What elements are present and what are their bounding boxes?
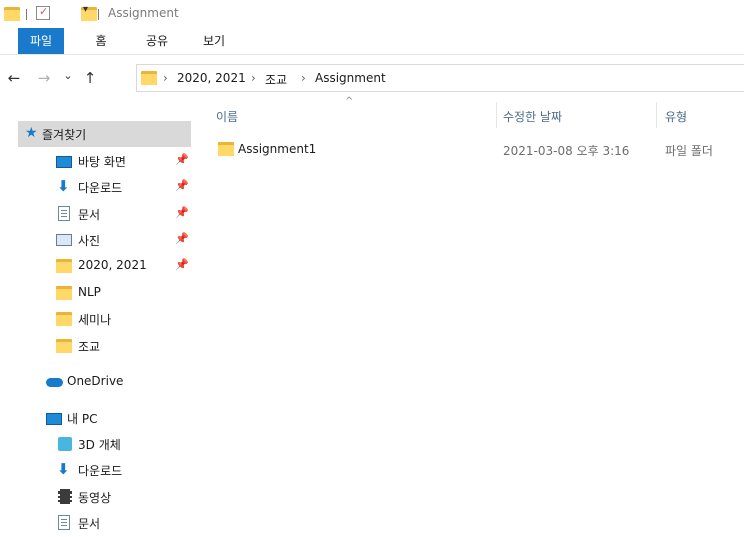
- window-title: Assignment: [108, 6, 179, 20]
- sidebar-item-videos[interactable]: 동영상: [0, 484, 196, 510]
- folder-icon: [56, 339, 72, 353]
- sidebar-item-label: 세미나: [78, 313, 112, 327]
- film-icon: [58, 489, 72, 504]
- desktop-icon: [56, 156, 72, 168]
- navigation-bar: ← → ⌄ ↑ › 2020, 2021 › 조교 › Assignment: [0, 58, 744, 96]
- download-arrow-icon: ⬇: [57, 460, 70, 478]
- address-bar[interactable]: › 2020, 2021 › 조교 › Assignment: [136, 64, 744, 92]
- folder-icon: [56, 259, 72, 273]
- sidebar-item-label: 바탕 화면: [78, 155, 126, 169]
- ribbon: 파일 홈 공유 보기: [0, 28, 744, 55]
- breadcrumb-item[interactable]: 조교: [265, 71, 287, 88]
- cloud-icon: [46, 378, 63, 387]
- file-row[interactable]: Assignment1 2021-03-08 오후 3:16 파일 폴더: [206, 138, 744, 162]
- properties-checkbox-icon[interactable]: ✓: [36, 5, 50, 20]
- tab-view[interactable]: 보기: [197, 28, 231, 54]
- computer-icon: [46, 413, 62, 425]
- folder-icon: [141, 71, 157, 85]
- pin-icon: 📌: [175, 179, 189, 192]
- sidebar-item-documents[interactable]: 문서 📌: [0, 201, 196, 227]
- file-name: Assignment1: [238, 142, 317, 156]
- pin-icon: 📌: [175, 232, 189, 245]
- sidebar-item-label: NLP: [78, 285, 101, 299]
- sidebar-item-3d-objects[interactable]: 3D 개체: [0, 431, 196, 457]
- sidebar-item-pc-downloads[interactable]: ⬇ 다운로드: [0, 457, 196, 483]
- sidebar-item-desktop[interactable]: 바탕 화면 📌: [0, 148, 196, 174]
- tab-home[interactable]: 홈: [88, 28, 114, 54]
- column-header-name[interactable]: 이름: [216, 108, 238, 125]
- up-button[interactable]: ↑: [80, 68, 100, 88]
- file-type: 파일 폴더: [665, 144, 713, 158]
- forward-button[interactable]: →: [34, 68, 54, 88]
- separator: [98, 9, 99, 20]
- breadcrumb-item[interactable]: Assignment: [315, 71, 386, 85]
- sidebar-item-pc-documents[interactable]: 문서: [0, 510, 196, 536]
- pin-icon: 📌: [175, 206, 189, 219]
- column-divider[interactable]: [656, 102, 657, 128]
- chevron-right-icon[interactable]: ›: [301, 71, 306, 85]
- sidebar-item-label: 다운로드: [78, 181, 123, 195]
- pin-icon: 📌: [175, 258, 189, 271]
- sidebar-item-label: 즐겨찾기: [42, 128, 87, 142]
- sidebar-item-label: 문서: [78, 517, 101, 531]
- document-icon: [58, 515, 70, 530]
- sidebar-item-label: 2020, 2021: [78, 258, 147, 272]
- sidebar-item-pictures[interactable]: 사진 📌: [0, 227, 196, 253]
- sidebar-item-ta[interactable]: 조교: [0, 333, 196, 359]
- breadcrumb-item[interactable]: 2020, 2021: [177, 71, 246, 85]
- sidebar-item-2020-2021[interactable]: 2020, 2021 📌: [0, 253, 196, 279]
- star-icon: ★: [25, 125, 38, 141]
- picture-icon: [56, 234, 72, 246]
- sidebar-item-onedrive[interactable]: OneDrive: [0, 369, 196, 395]
- file-modified-date: 2021-03-08 오후 3:16: [503, 144, 630, 158]
- tab-file[interactable]: 파일: [18, 28, 64, 54]
- sort-ascending-icon: ^: [345, 96, 354, 107]
- sidebar-item-label: 3D 개체: [78, 438, 121, 452]
- folder-icon: [218, 142, 234, 156]
- sidebar-item-label: 조교: [78, 340, 101, 354]
- column-divider[interactable]: [496, 102, 497, 128]
- pin-icon: 📌: [175, 153, 189, 166]
- folder-icon: [56, 286, 72, 300]
- separator: [26, 9, 27, 20]
- sidebar-item-label: 동영상: [78, 491, 112, 505]
- sidebar-item-label: 다운로드: [78, 464, 123, 478]
- sidebar-item-label: 사진: [78, 234, 101, 248]
- customize-toolbar-icon[interactable]: ▾: [83, 4, 88, 20]
- chevron-right-icon[interactable]: ›: [163, 71, 168, 85]
- sidebar-item-label: 내 PC: [67, 412, 98, 426]
- column-header-date[interactable]: 수정한 날짜: [503, 108, 562, 125]
- sidebar-item-this-pc[interactable]: 내 PC: [0, 405, 196, 431]
- column-header-type[interactable]: 유형: [665, 108, 687, 125]
- title-bar: ✓ ▾ Assignment: [0, 0, 744, 28]
- sidebar-item-quick-access[interactable]: ★ 즐겨찾기: [18, 121, 191, 147]
- folder-icon: [56, 312, 72, 326]
- recent-locations-button[interactable]: ⌄: [58, 66, 78, 86]
- sidebar-item-label: 문서: [78, 208, 101, 222]
- download-arrow-icon: ⬇: [57, 177, 70, 195]
- sidebar-item-nlp[interactable]: NLP: [0, 280, 196, 306]
- chevron-right-icon[interactable]: ›: [251, 71, 256, 85]
- sidebar-item-label: OneDrive: [67, 374, 124, 388]
- sidebar-item-seminar[interactable]: 세미나: [0, 306, 196, 332]
- tab-share[interactable]: 공유: [140, 28, 174, 54]
- document-icon: [58, 206, 70, 221]
- back-button[interactable]: ←: [4, 68, 24, 88]
- cube-icon: [58, 437, 72, 451]
- sidebar-item-downloads[interactable]: ⬇ 다운로드 📌: [0, 174, 196, 200]
- folder-icon: [4, 7, 20, 21]
